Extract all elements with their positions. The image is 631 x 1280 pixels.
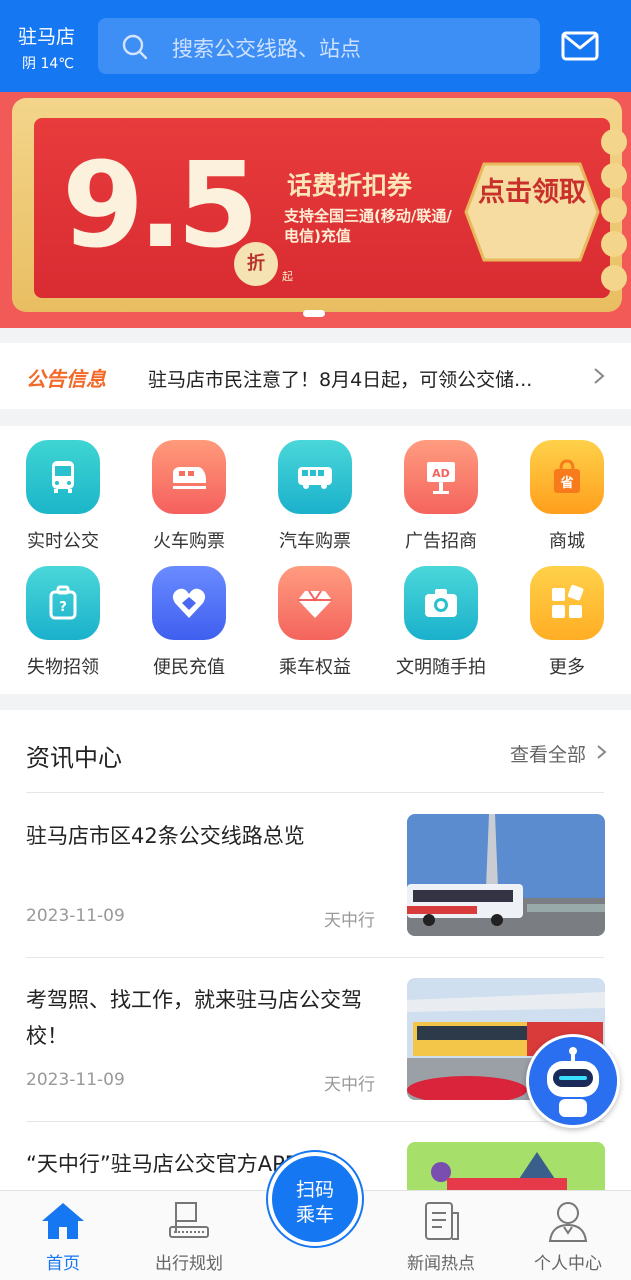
announcement-bar[interactable]: 公告信息 驻马店市民注意了！8月4日起，可领公交储... xyxy=(0,343,631,409)
weather-info: 阴 14℃ xyxy=(22,56,74,72)
discount-suffix: 起 xyxy=(282,270,293,283)
news-date: 2023-11-09 xyxy=(26,1070,125,1090)
service-grid: 实时公交 火车购票 汽车购票 AD 广告招商 省 商城 ? 失物招领 便民充值 xyxy=(0,426,631,694)
search-bar[interactable]: 搜索公交线路、站点 xyxy=(98,18,540,74)
tab-news[interactable]: 新闻热点 xyxy=(378,1191,504,1280)
news-center: 资讯中心 查看全部 驻马店市区42条公交线路总览 2023-11-09 天中行 … xyxy=(0,710,631,1190)
news-date: 2023-11-09 xyxy=(26,906,125,926)
service-label: 汽车购票 xyxy=(279,531,351,552)
bus-icon xyxy=(26,440,100,514)
route-plan-icon xyxy=(169,1202,209,1238)
news-view-all-link[interactable]: 查看全部 xyxy=(510,740,586,767)
news-section-title: 资讯中心 xyxy=(26,744,122,772)
service-ad-business[interactable]: AD 广告招商 xyxy=(378,426,504,552)
tab-label: 新闻热点 xyxy=(407,1254,475,1274)
service-label: 便民充值 xyxy=(153,657,225,678)
robot-assistant-icon[interactable] xyxy=(526,1034,620,1128)
news-item[interactable]: 驻马店市区42条公交线路总览 2023-11-09 天中行 xyxy=(0,794,631,958)
service-mall[interactable]: 省 商城 xyxy=(504,426,630,552)
news-headline: 驻马店市区42条公交线路总览 xyxy=(26,824,305,848)
announcement-text[interactable]: 驻马店市民注意了！8月4日起，可领公交储... xyxy=(148,365,580,392)
top-header: 驻马店 阴 14℃ 搜索公交线路、站点 xyxy=(0,0,631,92)
coach-icon xyxy=(278,440,352,514)
coupon-title: 话费折扣券 xyxy=(287,171,413,200)
announcement-tag: 公告信息 xyxy=(26,367,106,391)
svg-text:省: 省 xyxy=(559,475,573,491)
service-label: 文明随手拍 xyxy=(396,657,486,678)
divider xyxy=(26,792,604,793)
tab-profile[interactable]: 个人中心 xyxy=(505,1191,631,1280)
tab-label: 个人中心 xyxy=(534,1254,602,1274)
coupon-edge-icon xyxy=(601,129,627,291)
chevron-right-icon xyxy=(594,368,605,384)
service-label: 乘车权益 xyxy=(279,657,351,678)
service-label: 实时公交 xyxy=(27,531,99,552)
service-train-ticket[interactable]: 火车购票 xyxy=(126,426,252,552)
news-source: 天中行 xyxy=(324,911,375,931)
news-thumbnail xyxy=(407,1142,605,1190)
camera-icon xyxy=(404,566,478,640)
search-placeholder: 搜索公交线路、站点 xyxy=(172,37,361,61)
svg-text:?: ? xyxy=(59,600,67,615)
news-icon xyxy=(425,1202,459,1240)
svg-text:AD: AD xyxy=(432,467,450,480)
heart-handshake-icon xyxy=(152,566,226,640)
service-coach-ticket[interactable]: 汽车购票 xyxy=(252,426,378,552)
diamond-icon xyxy=(278,566,352,640)
service-label: 失物招领 xyxy=(27,657,99,678)
tab-home[interactable]: 首页 xyxy=(0,1191,126,1280)
claim-button[interactable]: 点击领取 xyxy=(476,176,588,210)
city-selector[interactable]: 驻马店 xyxy=(18,22,75,49)
service-more[interactable]: 更多 xyxy=(504,552,630,678)
mail-icon[interactable] xyxy=(561,30,599,62)
discount-unit: 折 xyxy=(234,242,278,286)
discount-value: 9.5 xyxy=(62,136,259,274)
service-civilized-photo[interactable]: 文明随手拍 xyxy=(378,552,504,678)
service-realtime-bus[interactable]: 实时公交 xyxy=(0,426,126,552)
search-icon xyxy=(122,34,148,60)
scan-label: 扫码乘车 xyxy=(295,1179,334,1226)
chevron-right-icon xyxy=(597,745,607,759)
ad-board-icon: AD xyxy=(404,440,478,514)
luggage-icon: ? xyxy=(26,566,100,640)
news-headline: 考驾照、找工作，就来驻马店公交驾校！ xyxy=(26,988,362,1048)
promo-banner[interactable]: 9.5 折 起 话费折扣券 支持全国三通(移动/联通/电信)充值 点击领取 xyxy=(0,92,631,328)
coupon-card: 9.5 折 起 话费折扣券 支持全国三通(移动/联通/电信)充值 点击领取 xyxy=(12,98,627,312)
home-icon xyxy=(42,1203,84,1239)
train-icon xyxy=(152,440,226,514)
grid-more-icon xyxy=(530,566,604,640)
coupon-body: 9.5 折 起 话费折扣券 支持全国三通(移动/联通/电信)充值 点击领取 xyxy=(34,118,610,298)
service-ride-benefits[interactable]: 乘车权益 xyxy=(252,552,378,678)
service-label: 广告招商 xyxy=(405,531,477,552)
news-thumbnail xyxy=(407,814,605,936)
news-source: 天中行 xyxy=(324,1075,375,1095)
shopping-bag-icon: 省 xyxy=(530,440,604,514)
service-label: 更多 xyxy=(549,657,585,678)
user-icon xyxy=(548,1202,588,1242)
coupon-description: 支持全国三通(移动/联通/电信)充值 xyxy=(284,207,452,245)
service-label: 火车购票 xyxy=(153,531,225,552)
tab-label: 出行规划 xyxy=(155,1254,223,1274)
service-lost-found[interactable]: ? 失物招领 xyxy=(0,552,126,678)
tab-label: 首页 xyxy=(46,1254,80,1274)
service-label: 商城 xyxy=(549,531,585,552)
scan-to-ride-button[interactable]: 扫码乘车 xyxy=(268,1152,362,1246)
tab-route-plan[interactable]: 出行规划 xyxy=(126,1191,252,1280)
carousel-indicator xyxy=(303,310,325,317)
service-recharge[interactable]: 便民充值 xyxy=(126,552,252,678)
